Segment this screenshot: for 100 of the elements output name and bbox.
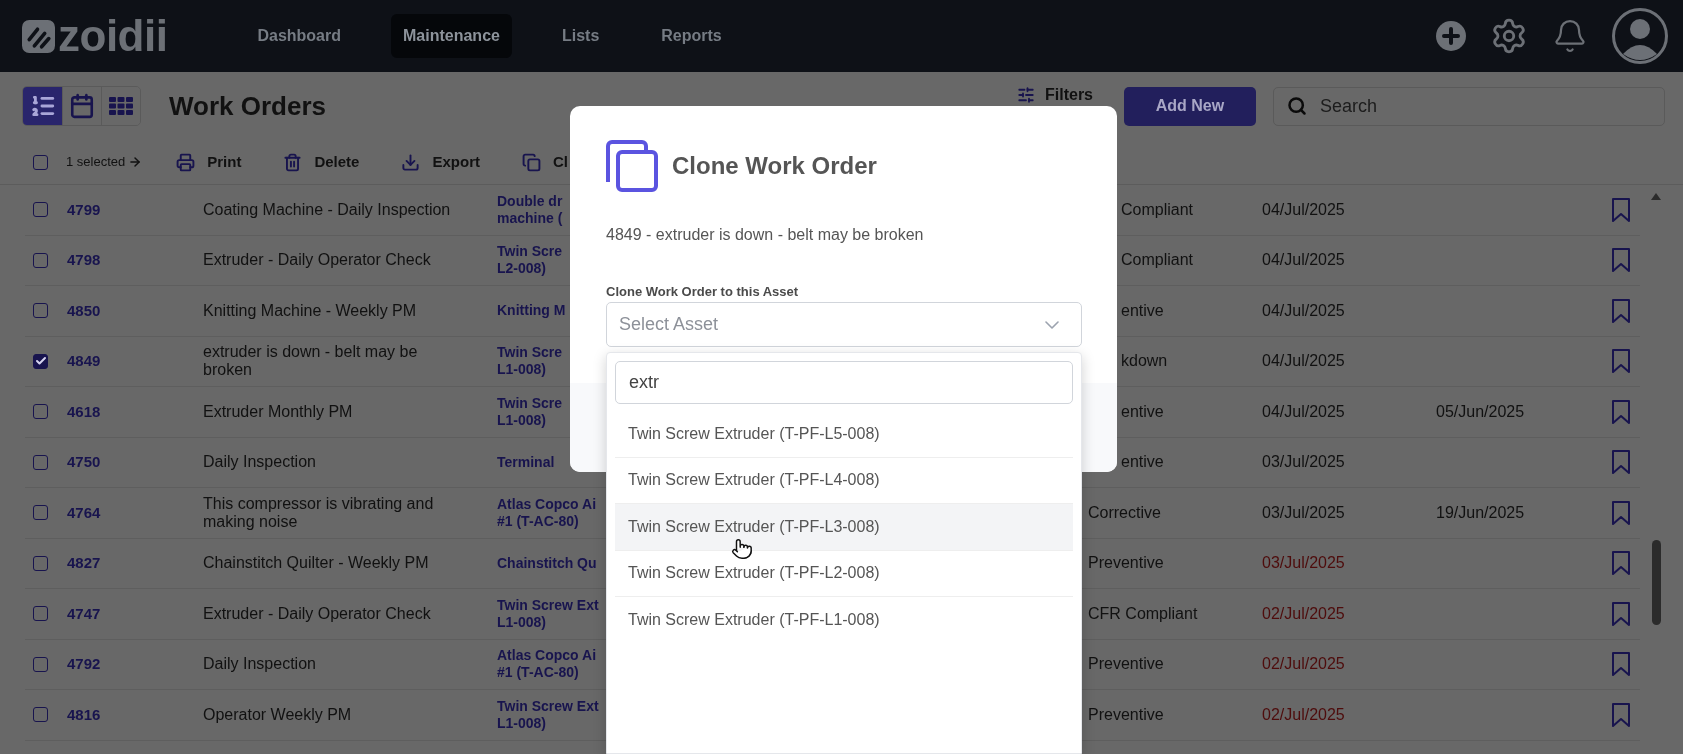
asset-link[interactable]: Atlas Copco Ai #1 (T-AC-80) — [497, 495, 597, 530]
view-toggle-button[interactable] — [101, 87, 140, 125]
work-order-number-link[interactable]: 4816 — [67, 703, 101, 726]
bookmark-icon[interactable] — [1612, 197, 1630, 222]
asset-link[interactable]: Atlas Copco Ai #1 (T-AC-80) — [497, 647, 597, 682]
printer-icon — [176, 152, 196, 172]
bookmark-icon[interactable] — [1612, 702, 1630, 727]
bookmark-icon[interactable] — [1612, 500, 1630, 525]
row-checkbox[interactable] — [33, 505, 48, 521]
clone-button[interactable]: Cl — [522, 150, 568, 174]
description-cell-text: Operator Weekly PM — [203, 705, 353, 724]
bookmark-icon[interactable] — [1612, 551, 1630, 576]
description-cell-text: Extruder - Daily Operator Check — [203, 251, 432, 270]
bookmark-icon[interactable] — [1612, 298, 1630, 323]
export-button[interactable]: Export — [401, 150, 480, 174]
bell-icon[interactable] — [1552, 18, 1588, 54]
row-checkbox[interactable] — [33, 707, 48, 723]
type-cell: entive — [1121, 453, 1164, 471]
row-checkbox[interactable] — [33, 404, 48, 420]
row-checkbox[interactable] — [33, 202, 48, 218]
nav-link[interactable]: Dashboard — [245, 14, 353, 58]
bookmark-icon[interactable] — [1612, 601, 1630, 626]
asset-link[interactable]: Twin Screw Ext L1-008) — [497, 596, 599, 631]
type-cell: CFR Compliant — [1088, 604, 1198, 622]
copy-icon — [606, 140, 658, 192]
work-order-number-link[interactable]: 4798 — [67, 249, 101, 272]
dropdown-option[interactable]: Twin Screw Extruder (T-PF-L3-008) — [615, 504, 1073, 551]
scrollbar-thumb[interactable] — [1651, 540, 1661, 625]
field-label: Clone Work Order to this Asset — [606, 284, 800, 300]
work-order-number-link[interactable]: 4618 — [67, 400, 101, 423]
work-order-number-link[interactable]: 4750 — [67, 451, 101, 474]
grid-icon — [109, 97, 133, 115]
trash-icon — [283, 152, 303, 172]
date-cell-text: 04/Jul/2025 — [1262, 351, 1345, 372]
work-order-number-link[interactable]: 4849 — [67, 350, 101, 373]
calendar-icon — [69, 93, 95, 119]
asset-link[interactable]: Twin Scre L1-008) — [497, 394, 563, 429]
add-new-button[interactable]: Add New — [1124, 86, 1256, 126]
asset-link[interactable]: Chainstitch Qu — [497, 554, 597, 572]
scroll-up-arrow-icon[interactable] — [1651, 193, 1661, 200]
work-order-number-link[interactable]: 4747 — [67, 602, 101, 625]
search-icon — [1287, 96, 1307, 116]
type-cell: Corrective — [1088, 503, 1161, 521]
row-checkbox[interactable] — [33, 353, 48, 369]
dropdown-search-input[interactable]: extr — [615, 361, 1073, 404]
row-checkbox[interactable] — [33, 656, 48, 672]
avatar-icon[interactable] — [1612, 8, 1668, 64]
date-cell-text: 04/Jul/2025 — [1262, 199, 1345, 220]
row-checkbox[interactable] — [33, 555, 48, 571]
sliders-icon — [1017, 85, 1035, 104]
date-cell-text: 03/Jul/2025 — [1262, 452, 1345, 473]
bookmark-icon[interactable] — [1612, 652, 1630, 677]
row-checkbox[interactable] — [33, 303, 48, 319]
description-cell-text: Knitting Machine - Weekly PM — [203, 301, 418, 320]
row-checkbox[interactable] — [33, 454, 48, 470]
work-order-number-link[interactable]: 4850 — [67, 299, 101, 322]
date-cell: 19/Jun/2025 — [1436, 503, 1525, 521]
work-order-number-link[interactable]: 4827 — [67, 552, 101, 575]
date-cell-text: 04/Jul/2025 — [1262, 401, 1345, 422]
type-cell: Preventive — [1088, 655, 1164, 673]
asset-link[interactable]: Knitting M — [497, 302, 566, 320]
date-cell-text: 02/Jul/2025 — [1262, 654, 1345, 675]
nav-link[interactable]: Lists — [549, 14, 612, 58]
bookmark-icon[interactable] — [1612, 248, 1630, 273]
row-checkbox[interactable] — [33, 606, 48, 622]
logo-icon — [22, 19, 55, 53]
asset-link[interactable]: Twin Scre L1-008) — [497, 344, 563, 379]
work-order-number-link[interactable]: 4764 — [67, 501, 101, 524]
print-button[interactable]: Print — [176, 150, 242, 174]
date-cell-text: 04/Jul/2025 — [1262, 250, 1345, 271]
bookmark-icon[interactable] — [1612, 399, 1630, 424]
search-field[interactable]: Search — [1273, 86, 1665, 126]
delete-button[interactable]: Delete — [283, 150, 360, 174]
view-toggle-button[interactable] — [23, 87, 62, 125]
asset-link[interactable]: Twin Screw Ext L1-008) — [497, 697, 599, 732]
description-cell-text: Daily Inspection — [203, 655, 317, 674]
asset-link[interactable]: Double dr machine ( — [497, 192, 563, 227]
nav-link[interactable]: Reports — [649, 14, 734, 58]
settings-icon[interactable] — [1490, 17, 1528, 55]
asset-link[interactable]: Twin Scre L2-008) — [497, 243, 563, 278]
add-circle-icon[interactable] — [1436, 21, 1466, 51]
description-cell-text: Coating Machine - Daily Inspection — [203, 200, 452, 219]
bookmark-icon[interactable] — [1612, 349, 1630, 374]
description-cell-text: This compressor is vibrating and making noise — [203, 494, 435, 531]
check-icon — [34, 355, 47, 368]
date-cell-text: 03/Jul/2025 — [1262, 553, 1345, 574]
work-order-number-link[interactable]: 4799 — [67, 198, 101, 221]
type-cell: Compliant — [1121, 251, 1194, 269]
select-field[interactable]: Select Asset — [606, 302, 1082, 347]
filters-button[interactable]: Filters — [1017, 85, 1093, 104]
nav-link[interactable]: Maintenance — [391, 14, 512, 58]
type-cell: kdown — [1121, 352, 1168, 370]
work-order-number-link[interactable]: 4792 — [67, 653, 101, 676]
bookmark-icon[interactable] — [1612, 450, 1630, 475]
asset-link[interactable]: Terminal — [497, 453, 555, 471]
dialog-subtitle: 4849 - extruder is down - belt may be broken — [606, 225, 925, 245]
type-cell: Compliant — [1121, 200, 1194, 218]
row-checkbox[interactable] — [33, 252, 48, 268]
select-all-checkbox[interactable] — [33, 154, 48, 170]
type-cell: entive — [1121, 402, 1164, 420]
